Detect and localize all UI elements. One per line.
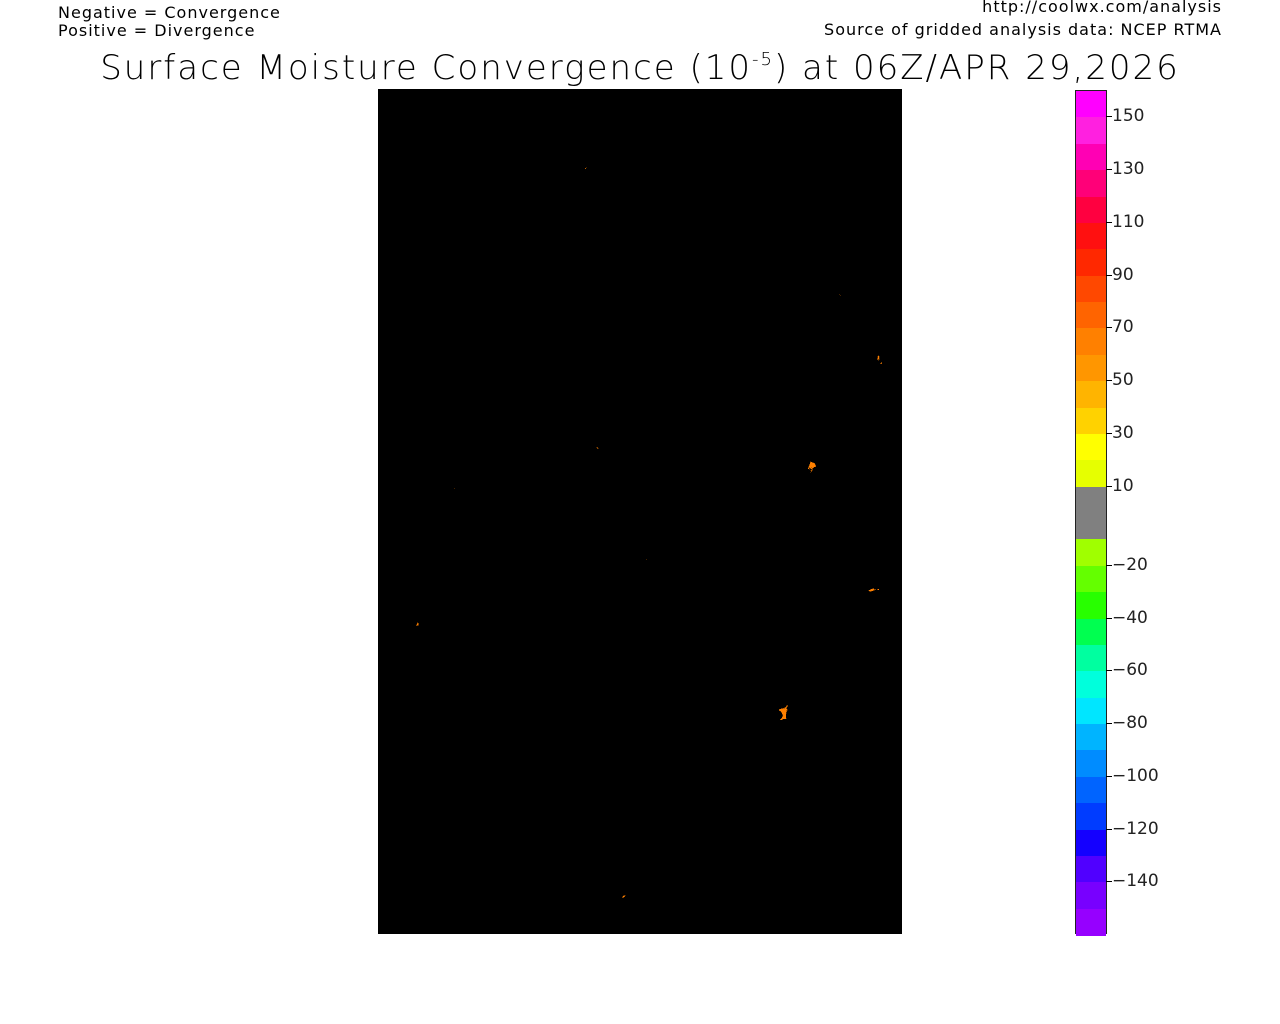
colorbar-bin bbox=[1076, 381, 1106, 409]
colorbar-label: −100 bbox=[1112, 765, 1159, 786]
colorbar-label: −60 bbox=[1112, 660, 1148, 681]
colorbar-bin bbox=[1076, 644, 1106, 672]
colorbar-label: −80 bbox=[1112, 713, 1148, 733]
colorbar-label: −140 bbox=[1112, 871, 1159, 892]
colorbar-bin bbox=[1076, 302, 1106, 329]
colorbar-bin bbox=[1076, 486, 1106, 540]
colorbar-label: 30 bbox=[1112, 422, 1134, 443]
colorbar-label: 50 bbox=[1112, 370, 1134, 391]
colorbar bbox=[1075, 90, 1107, 936]
convergence-map[interactable] bbox=[378, 89, 902, 934]
title-prefix: Surface Moisture Convergence (10 bbox=[100, 48, 752, 88]
colorbar-label: 130 bbox=[1112, 159, 1145, 180]
colorbar-label: 90 bbox=[1112, 264, 1134, 285]
data-source-text: Source of gridded analysis data: NCEP RT… bbox=[824, 20, 1222, 39]
colorbar-bin bbox=[1076, 196, 1106, 224]
colorbar-bin bbox=[1076, 750, 1106, 778]
colorbar-bin bbox=[1076, 354, 1106, 382]
colorbar-bin bbox=[1076, 117, 1106, 145]
colorbar-bin bbox=[1076, 407, 1106, 435]
colorbar-bin bbox=[1076, 328, 1106, 356]
legend-negative-text: Negative = Convergence bbox=[58, 3, 281, 22]
colorbar-bin bbox=[1076, 91, 1106, 118]
colorbar-bin bbox=[1076, 776, 1106, 804]
map-canvas bbox=[379, 90, 901, 933]
colorbar-bin bbox=[1076, 222, 1106, 250]
colorbar-bin bbox=[1076, 170, 1106, 198]
colorbar-bin bbox=[1076, 882, 1106, 910]
colorbar-bin bbox=[1076, 460, 1106, 488]
site-url-link[interactable]: http://coolwx.com/analysis bbox=[982, 0, 1222, 16]
colorbar-bin bbox=[1076, 855, 1106, 883]
colorbar-bin bbox=[1076, 275, 1106, 303]
colorbar-bin bbox=[1076, 592, 1106, 620]
colorbar-label: 70 bbox=[1112, 317, 1134, 338]
title-suffix: ) at 06Z/APR 29,2026 bbox=[773, 48, 1180, 88]
colorbar-bin bbox=[1076, 671, 1106, 699]
title-exponent: -5 bbox=[751, 49, 774, 70]
colorbar-bin bbox=[1076, 433, 1106, 461]
colorbar-bin bbox=[1076, 565, 1106, 593]
colorbar-label: 150 bbox=[1112, 106, 1145, 127]
legend-positive-text: Positive = Divergence bbox=[58, 21, 256, 40]
colorbar-bin bbox=[1076, 618, 1106, 646]
colorbar-bin bbox=[1076, 829, 1106, 857]
page-title: Surface Moisture Convergence (10-5) at 0… bbox=[0, 40, 1280, 88]
colorbar-bin bbox=[1076, 697, 1106, 725]
colorbar-bin bbox=[1076, 908, 1106, 936]
colorbar-bin bbox=[1076, 724, 1106, 751]
colorbar-label: −120 bbox=[1112, 818, 1159, 839]
colorbar-label: 110 bbox=[1112, 211, 1145, 232]
colorbar-bin bbox=[1076, 249, 1106, 277]
colorbar-label: −40 bbox=[1112, 607, 1148, 628]
colorbar-label: −20 bbox=[1112, 554, 1148, 575]
colorbar-bin bbox=[1076, 143, 1106, 171]
colorbar-label: 10 bbox=[1112, 475, 1134, 496]
colorbar-bin bbox=[1076, 803, 1106, 831]
colorbar-bin bbox=[1076, 539, 1106, 567]
